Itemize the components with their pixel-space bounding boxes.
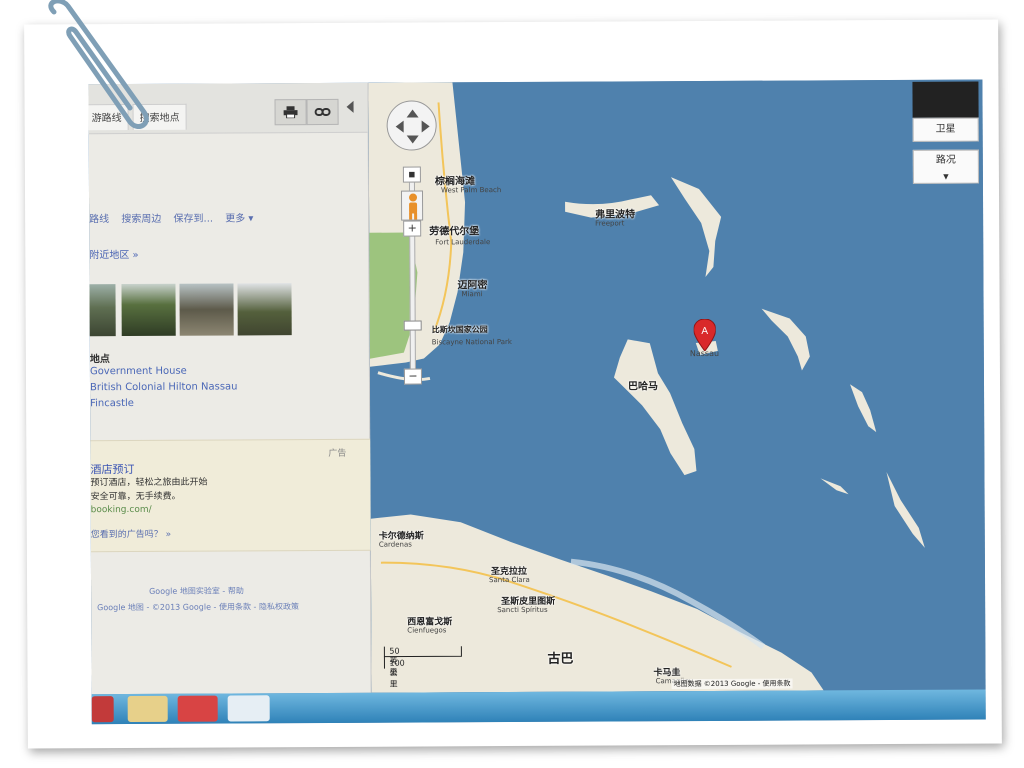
zoom-in-button[interactable]: + xyxy=(403,220,422,237)
map-canvas[interactable]: 棕榈海滩 West Palm Beach 劳德代尔堡 Fort Lauderda… xyxy=(368,79,986,693)
print-button[interactable] xyxy=(274,99,307,126)
map-sublabel: Miami xyxy=(461,290,483,299)
exuma-islands xyxy=(850,384,877,433)
scale-metric: 100 公里 xyxy=(389,658,405,689)
traffic-button[interactable]: 路况 ▼ xyxy=(912,149,979,184)
map-sublabel: Cienfuegos xyxy=(407,626,447,635)
paperclip-icon xyxy=(48,0,149,129)
photo-thumbnail[interactable] xyxy=(179,283,234,336)
eleuthera-island xyxy=(761,308,810,371)
zoom-box-button[interactable]: ▪ xyxy=(402,166,421,183)
satellite-button[interactable]: 卫星 xyxy=(912,117,979,142)
marker-letter: A xyxy=(701,326,708,337)
action-directions-link[interactable]: 路线 xyxy=(89,214,109,225)
ad-label: 广告 xyxy=(328,448,347,459)
footer-copyright[interactable]: Google 地图 - ©2013 Google - 使用条款 - 隐私权政策 xyxy=(97,601,299,613)
ad-text: 安全可靠，无手续费。 xyxy=(90,491,181,503)
place-actions: 路线 搜索周边 保存到... 更多 ▾ xyxy=(89,209,262,225)
map-label-miami: 迈阿密 xyxy=(457,280,488,292)
footer-labs-help[interactable]: Google 地图实验室 - 帮助 xyxy=(149,585,244,596)
photo-thumbnail[interactable] xyxy=(121,283,176,337)
location-marker[interactable]: A Nassau xyxy=(690,318,719,358)
marker-pin-icon: A xyxy=(693,318,717,352)
ad-block: 广告 酒店预订 预订酒店，轻松之旅由此开始 安全可靠，无手续费。 booking… xyxy=(90,438,371,553)
abaco-island xyxy=(670,177,722,277)
place-link-fincastle[interactable]: Fincastle xyxy=(90,398,134,409)
map-label-freeport: 弗里波特 xyxy=(595,209,636,221)
map-label-west-palm-beach: 棕榈海滩 xyxy=(434,176,475,188)
link-button[interactable] xyxy=(306,98,339,126)
street-view-pegman-icon[interactable] xyxy=(400,190,424,221)
media-player-icon[interactable] xyxy=(91,696,114,723)
map-label-fort-lauderdale: 劳德代尔堡 xyxy=(429,226,480,238)
sidebar-panel: 游路线 搜索地点 路线 搜索周边 保存到... 更多 ▾ 附近地区 » 地点 G… xyxy=(88,82,372,695)
action-save-link[interactable]: 保存到... xyxy=(173,214,213,225)
pan-control[interactable] xyxy=(386,100,437,151)
folder-icon[interactable] xyxy=(127,695,168,723)
places-heading: 地点 xyxy=(89,354,110,366)
map-sublabel: Santa Clara xyxy=(489,575,530,585)
pan-arrows-icon xyxy=(395,109,430,144)
chevron-down-icon: ▼ xyxy=(943,172,949,181)
app-icon[interactable] xyxy=(177,695,218,722)
marker-label: Nassau xyxy=(689,348,720,359)
map-sublabel: Biscayne National Park xyxy=(431,338,512,347)
nearby-areas-link[interactable]: 附近地区 » xyxy=(89,246,138,261)
print-icon xyxy=(283,106,298,119)
ad-feedback-link[interactable]: 您看到的广告吗？ » xyxy=(91,527,171,540)
map-label-cuba: 古巴 xyxy=(547,651,574,667)
action-more-link[interactable]: 更多 ▾ xyxy=(225,213,253,224)
photo-thumbnail[interactable] xyxy=(237,283,292,336)
map-sublabel: Fort Lauderdale xyxy=(435,238,491,247)
browser-icon[interactable] xyxy=(227,695,270,722)
monitor-screen: 游路线 搜索地点 路线 搜索周边 保存到... 更多 ▾ 附近地区 » 地点 G… xyxy=(88,79,986,725)
taskbar xyxy=(91,689,986,725)
place-link-government-house[interactable]: Government House xyxy=(90,366,187,378)
collapse-panel-icon[interactable] xyxy=(346,100,354,113)
map-label-bahamas: 巴哈马 xyxy=(627,381,659,393)
map-sublabel: Freeport xyxy=(595,219,625,228)
zoom-out-button[interactable]: − xyxy=(403,368,423,385)
photo-frame: 游路线 搜索地点 路线 搜索周边 保存到... 更多 ▾ 附近地区 » 地点 G… xyxy=(24,19,1002,749)
action-search-nearby-link[interactable]: 搜索周边 xyxy=(121,214,161,225)
long-island xyxy=(820,478,849,495)
photo-thumbnail[interactable] xyxy=(88,284,116,337)
cat-island xyxy=(886,472,925,548)
map-sublabel: West Palm Beach xyxy=(440,186,502,195)
map-copyright: 地图数据 ©2013 Google - 使用条款 xyxy=(671,678,793,690)
ad-text: 预订酒店，轻松之旅由此开始 xyxy=(90,477,208,489)
link-icon xyxy=(314,107,331,117)
andros-island xyxy=(613,339,697,476)
map-label-biscayne: 比斯坎国家公园 xyxy=(431,325,488,335)
traffic-label: 路况 xyxy=(935,154,956,166)
zoom-slider-handle[interactable] xyxy=(403,320,422,331)
map-type-preview[interactable] xyxy=(912,81,979,118)
photo-strip xyxy=(88,283,369,338)
map-sublabel: Cardenas xyxy=(378,540,412,549)
place-link-hilton[interactable]: British Colonial Hilton Nassau xyxy=(90,381,238,393)
ad-url[interactable]: booking.com/ xyxy=(91,505,152,515)
map-sublabel: Sancti Spíritus xyxy=(497,605,548,615)
